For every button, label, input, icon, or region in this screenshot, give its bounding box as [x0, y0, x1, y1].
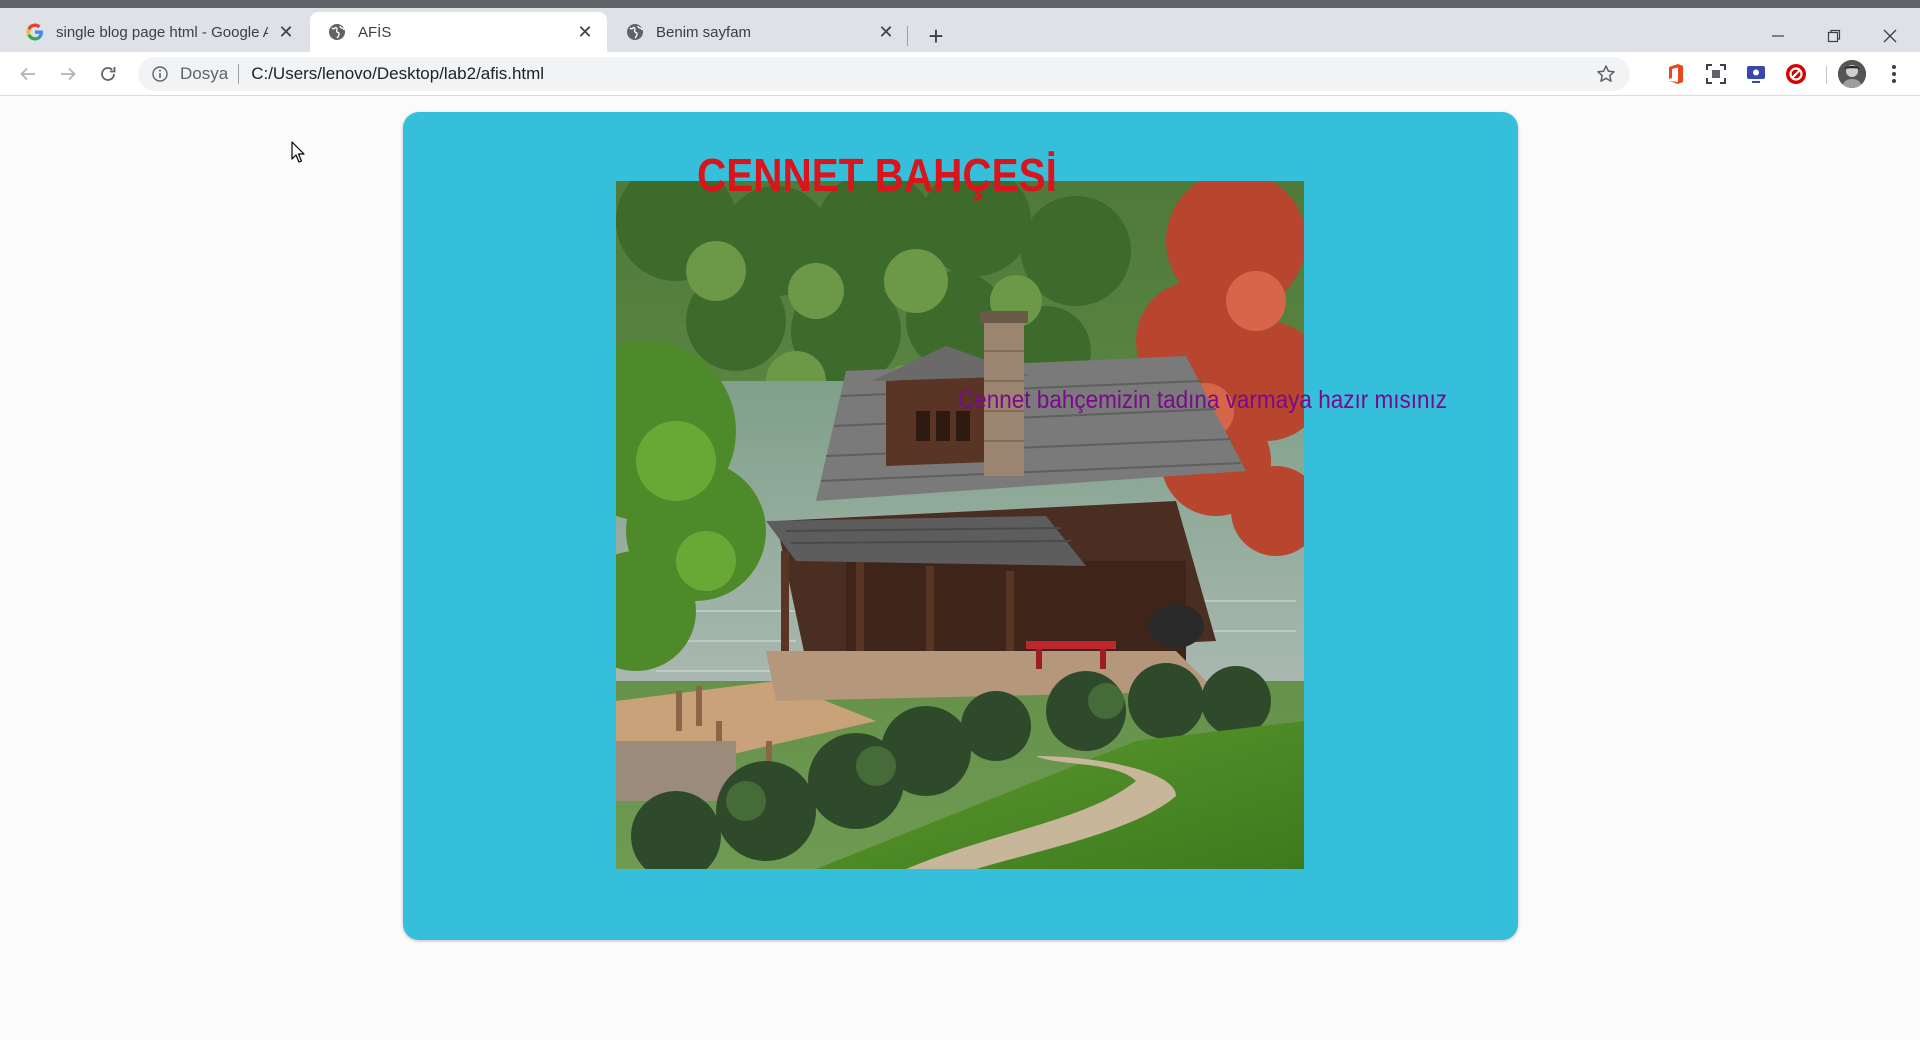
profile-avatar[interactable]: [1838, 60, 1866, 88]
screen-recorder-icon[interactable]: [1744, 62, 1768, 86]
tab-title: Benim sayfam: [656, 23, 752, 41]
close-window-button[interactable]: [1862, 16, 1918, 56]
page-viewport: CENNET BAHÇESİ Cennet bahçemizin tadına …: [0, 97, 1920, 1040]
tab-separator: [907, 26, 908, 46]
globe-icon: [626, 23, 644, 41]
tab-strip: single blog page html - Google A ✕ AFİS …: [0, 8, 1920, 52]
poster-headline: CENNET BAHÇESİ: [697, 149, 1057, 201]
browser-toolbar: Dosya C:/Users/lenovo/Desktop/lab2/afis.…: [0, 52, 1920, 96]
restore-button[interactable]: [1806, 16, 1862, 56]
screenshot-icon[interactable]: [1704, 62, 1728, 86]
tab-title: AFİS: [358, 23, 392, 41]
scheme-label: Dosya: [180, 64, 229, 83]
adblock-icon[interactable]: [1784, 62, 1808, 86]
url-text[interactable]: C:/Users/lenovo/Desktop/lab2/afis.html: [251, 64, 544, 84]
globe-icon: [328, 23, 346, 41]
tab-afis[interactable]: AFİS ✕: [310, 12, 607, 52]
tab-close-icon[interactable]: ✕: [575, 22, 595, 42]
bookmark-star-icon[interactable]: [1596, 64, 1616, 84]
reload-icon: [101, 67, 116, 81]
mouse-cursor-icon: [291, 141, 305, 168]
more-menu-icon[interactable]: [1884, 60, 1904, 88]
tab-close-icon[interactable]: ✕: [276, 22, 296, 42]
minimize-button[interactable]: [1750, 16, 1806, 56]
forward-button[interactable]: [54, 60, 82, 88]
tab-google-search[interactable]: single blog page html - Google A ✕: [8, 12, 308, 52]
window-top-strip: [0, 0, 1920, 8]
arrow-left-icon: [20, 67, 35, 81]
reload-button[interactable]: [94, 60, 122, 88]
tab-title: single blog page html - Google A: [56, 23, 268, 41]
tab-benim-sayfam[interactable]: Benim sayfam ✕: [608, 12, 908, 52]
new-tab-button[interactable]: +: [922, 21, 950, 51]
poster-tagline: Cennet bahçemizin tadına varmaya hazır m…: [958, 386, 1447, 414]
address-divider: [238, 64, 240, 84]
poster-card: CENNET BAHÇESİ Cennet bahçemizin tadına …: [403, 112, 1518, 940]
tab-close-icon[interactable]: ✕: [876, 22, 896, 42]
google-g-icon: [26, 23, 44, 41]
info-icon[interactable]: [150, 64, 170, 84]
arrow-right-icon: [61, 67, 76, 81]
lake-cabin-photo: [616, 181, 1304, 869]
address-bar[interactable]: Dosya C:/Users/lenovo/Desktop/lab2/afis.…: [138, 57, 1630, 91]
back-button[interactable]: [14, 60, 42, 88]
office-icon[interactable]: [1664, 62, 1688, 86]
toolbar-separator: [1826, 66, 1827, 84]
